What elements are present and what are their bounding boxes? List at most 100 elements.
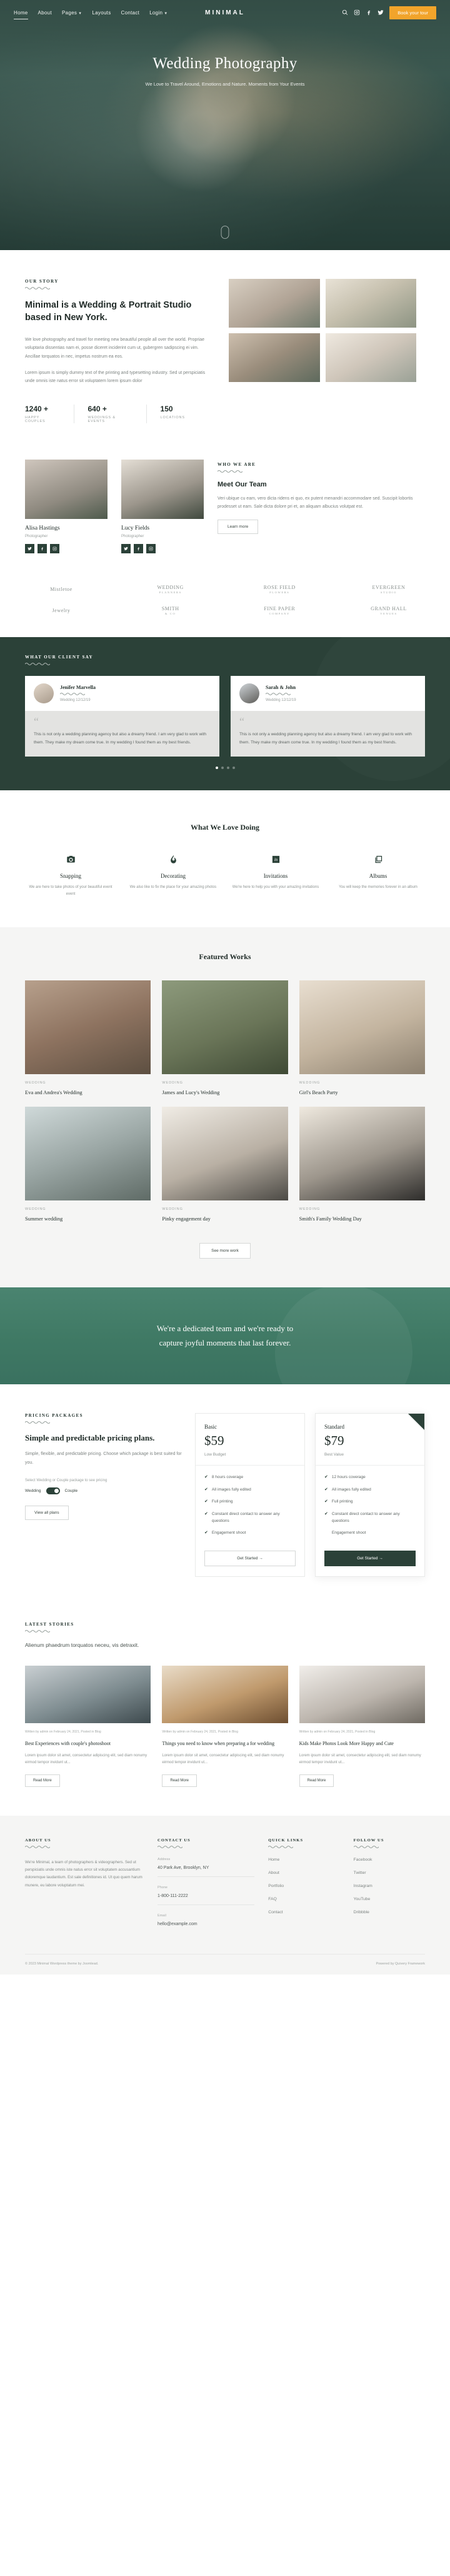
footer-social-twitter[interactable]: Twitter <box>354 1871 425 1875</box>
blog-excerpt: Lorem ipsum dolor sit amet, consectetur … <box>162 1753 284 1765</box>
footer-social-instagram[interactable]: Instagram <box>354 1884 425 1888</box>
toggle-switch[interactable] <box>46 1487 60 1494</box>
field-value: 40 Park Ave, Brooklyn, NY <box>158 1865 209 1870</box>
see-more-work-button[interactable]: See more work <box>199 1242 251 1259</box>
pricing-toggle[interactable]: Wedding Couple <box>25 1487 182 1494</box>
work-category: WEDDING <box>25 1207 46 1211</box>
instagram-icon[interactable] <box>50 543 59 553</box>
footer-link-contact[interactable]: Contact <box>268 1910 339 1914</box>
carousel-dot[interactable] <box>226 767 229 770</box>
work-card[interactable]: WEDDING Girl's Beach Party <box>299 980 425 1095</box>
gallery-photo[interactable] <box>229 279 320 328</box>
partner-logo[interactable]: EVERGREEN STUDIO <box>352 585 425 595</box>
work-card[interactable]: WEDDING Pinky engagement day <box>162 1106 288 1222</box>
blog-title[interactable]: Best Experiences with couple's photoshoo… <box>25 1740 151 1748</box>
testimonial-card: Sarah & John Wedding 12/12/19 “ This is … <box>231 676 425 757</box>
footer-social-youtube[interactable]: YouTube <box>354 1897 425 1901</box>
pricing-plan-basic: Basic $59 Low Budget ✔ 8 hours coverage ✔… <box>195 1412 305 1577</box>
plan-feature: ✔ Full printing <box>324 1498 416 1506</box>
footer-social-dribbble[interactable]: Dribbble <box>354 1910 425 1914</box>
facebook-icon[interactable] <box>134 543 143 553</box>
work-title: Smith's Family Wedding Day <box>299 1215 362 1222</box>
gallery-photo[interactable] <box>325 279 416 328</box>
read-more-button[interactable]: Read More <box>162 1774 198 1787</box>
nav-item-pages[interactable]: Pages ▼ <box>62 10 82 16</box>
view-all-plans-button[interactable]: View all plans <box>25 1505 69 1520</box>
copyright-text: © 2023 Minimal Wordpress theme by Joomle… <box>25 1961 99 1966</box>
main-navbar: Home About Pages ▼ Layouts Contact Login ▼… <box>0 0 450 25</box>
nav-item-login[interactable]: Login ▼ <box>149 10 168 16</box>
blog-image[interactable] <box>299 1666 425 1724</box>
member-socials <box>121 543 204 553</box>
member-photo[interactable] <box>121 459 204 519</box>
partner-logo[interactable]: Jewelry <box>25 608 98 614</box>
service-item-decorating[interactable]: Decorating We also like to fix the place… <box>128 853 219 898</box>
get-started-button-standard[interactable]: Get Started → <box>324 1551 416 1567</box>
footer-link-faq[interactable]: FAQ <box>268 1897 339 1901</box>
blog-image[interactable] <box>25 1666 151 1724</box>
partner-logo[interactable]: GRAND HALL VENUES <box>352 606 425 616</box>
twitter-icon[interactable] <box>378 9 384 16</box>
instagram-icon[interactable] <box>146 543 156 553</box>
footer-link-about[interactable]: About <box>268 1871 339 1875</box>
field-value[interactable]: hello@example.com <box>158 1922 254 1926</box>
service-item-snapping[interactable]: Snapping We are here to take photos of y… <box>25 853 116 898</box>
work-image <box>299 980 425 1074</box>
blog-image[interactable] <box>162 1666 288 1724</box>
flame-icon <box>128 853 219 865</box>
carousel-dot[interactable] <box>221 767 224 770</box>
work-category: WEDDING <box>25 1080 46 1085</box>
work-image <box>25 1106 151 1200</box>
blog-title[interactable]: Things you need to know when preparing a… <box>162 1740 288 1748</box>
work-image <box>162 1106 288 1200</box>
work-card[interactable]: WEDDING Summer wedding <box>25 1106 151 1222</box>
twitter-icon[interactable] <box>121 543 131 553</box>
facebook-icon[interactable] <box>366 9 372 16</box>
plan-feature: ✔ 8 hours coverage <box>204 1474 296 1481</box>
get-started-button-basic[interactable]: Get Started → <box>204 1551 296 1567</box>
carousel-dot[interactable] <box>232 767 235 770</box>
site-logo[interactable]: MINIMAL <box>205 9 245 16</box>
instagram-icon[interactable] <box>354 9 360 16</box>
work-card[interactable]: WEDDING James and Lucy's Wedding <box>162 980 288 1095</box>
partner-logo[interactable]: WEDDING PLANNERS <box>134 585 207 595</box>
gallery-photo[interactable] <box>325 333 416 382</box>
learn-more-button[interactable]: Learn more <box>218 520 259 535</box>
service-item-albums[interactable]: Albums You will keep the memories foreve… <box>332 853 424 898</box>
facebook-icon[interactable] <box>38 543 47 553</box>
blog-card: Written by admin on February 24, 2021, P… <box>25 1666 151 1787</box>
footer-social-facebook[interactable]: Facebook <box>354 1858 425 1862</box>
nav-item-layouts[interactable]: Layouts <box>92 10 111 16</box>
blog-title[interactable]: Kids Make Photos Look More Happy and Cut… <box>299 1740 425 1748</box>
service-item-invitations[interactable]: in Invitations We're here to help you wi… <box>230 853 321 898</box>
gallery-photo[interactable] <box>229 333 320 382</box>
partner-logo[interactable]: SMITH & CO <box>134 606 207 616</box>
testimonial-name: Sarah & John <box>266 685 296 691</box>
scroll-indicator-icon[interactable] <box>221 226 229 239</box>
carousel-dot[interactable] <box>215 767 218 770</box>
pricing-description: Simple, flexible, and predictable pricin… <box>25 1452 182 1466</box>
work-category: WEDDING <box>299 1080 321 1085</box>
member-photo[interactable] <box>25 459 108 519</box>
testimonial-text: This is not only a wedding planning agen… <box>34 732 207 745</box>
squiggle-divider-icon <box>25 1630 50 1633</box>
partner-logo[interactable]: FINE PAPER COMPANY <box>243 606 316 616</box>
nav-item-contact[interactable]: Contact <box>121 10 140 16</box>
work-card[interactable]: WEDDING Eva and Andrea's Wedding <box>25 980 151 1095</box>
nav-item-about[interactable]: About <box>38 10 52 16</box>
footer-follow-column: FOLLOW US Facebook Twitter Instagram You… <box>353 1838 425 1933</box>
twitter-icon[interactable] <box>25 543 34 553</box>
plan-feature: ✔ All images fully edited <box>204 1486 296 1494</box>
read-more-button[interactable]: Read More <box>25 1774 60 1787</box>
footer-link-home[interactable]: Home <box>268 1858 339 1862</box>
partner-logo[interactable]: ROSE FIELD FLOWERS <box>243 585 316 595</box>
read-more-button[interactable]: Read More <box>299 1774 334 1787</box>
invitation-icon: in <box>230 853 321 865</box>
search-icon[interactable] <box>342 9 348 16</box>
chevron-down-icon: ▼ <box>164 11 168 16</box>
footer-link-portfolio[interactable]: Portfolio <box>268 1884 339 1888</box>
book-tour-button[interactable]: Book your tour <box>389 6 436 19</box>
work-card[interactable]: WEDDING Smith's Family Wedding Day <box>299 1106 425 1222</box>
partner-logo[interactable]: Mistletoe <box>25 586 98 593</box>
nav-item-home[interactable]: Home <box>14 10 28 19</box>
